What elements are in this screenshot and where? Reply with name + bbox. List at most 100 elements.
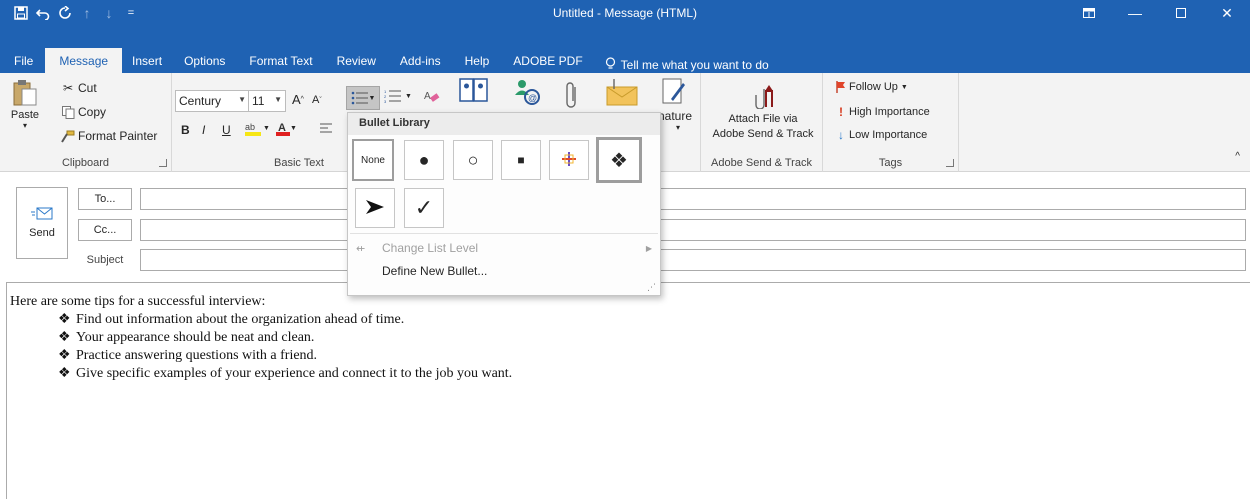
cc-field[interactable] — [140, 219, 1246, 241]
to-button[interactable]: To... — [78, 188, 132, 210]
cc-button[interactable]: Cc... — [78, 219, 132, 241]
clipboard-launcher-icon[interactable] — [159, 159, 167, 167]
close-icon[interactable]: ✕ — [1204, 0, 1250, 26]
define-new-bullet-item[interactable]: Define New Bullet... — [382, 264, 487, 278]
check-names-button[interactable]: @ — [512, 77, 542, 107]
checkmark-icon: ✓ — [414, 195, 434, 220]
up-arrow-icon[interactable]: ↑ — [76, 2, 98, 24]
message-body[interactable]: Here are some tips for a successful inte… — [6, 282, 1250, 499]
highlight-button[interactable]: ab ▼ — [245, 120, 270, 136]
envelope-clip-icon — [605, 77, 639, 107]
paste-icon — [12, 79, 38, 107]
address-book-icon — [459, 77, 489, 103]
attach-item-button[interactable] — [605, 77, 639, 107]
svg-text:ab: ab — [245, 122, 255, 132]
format-painter-button[interactable]: Format Painter — [58, 129, 157, 143]
tab-review[interactable]: Review — [325, 48, 388, 73]
paintbrush-icon — [58, 130, 78, 143]
tab-adobe-pdf[interactable]: ADOBE PDF — [501, 48, 594, 73]
scissors-icon: ✂ — [62, 81, 74, 95]
attach-file-button[interactable] — [566, 81, 580, 109]
shrink-font-button[interactable]: Aˇ — [312, 94, 322, 106]
bullet-diamond-option[interactable]: ❖ — [596, 137, 642, 183]
bullet-square-option[interactable]: ■ — [501, 140, 541, 180]
arrowhead-icon — [365, 199, 385, 218]
copy-icon — [58, 105, 78, 119]
numbering-button[interactable]: 123 ▼ — [384, 89, 412, 103]
tab-add-ins[interactable]: Add-ins — [388, 48, 453, 73]
font-name-box[interactable]: Century ▼ — [175, 90, 250, 112]
exclamation-icon: ! — [839, 105, 843, 119]
paste-button[interactable]: Paste ▾ — [8, 79, 42, 130]
attach-line2: Adobe Send & Track — [712, 128, 814, 140]
filled-square-icon: ■ — [517, 153, 525, 167]
grow-font-button[interactable]: A ^ — [292, 92, 304, 107]
bullet-none-option[interactable]: None — [352, 139, 394, 181]
tags-group-label: Tags — [878, 157, 903, 169]
tab-options[interactable]: Options — [172, 48, 237, 73]
tab-message[interactable]: Message — [45, 48, 123, 73]
italic-button[interactable]: I — [202, 123, 205, 137]
bold-button[interactable]: B — [181, 123, 190, 137]
send-button[interactable]: Send — [16, 187, 68, 259]
bullet-hollow-circle-option[interactable]: ○ — [453, 140, 493, 180]
clipboard-group: Paste ▾ ✂ Cut Copy Format Painter Clipbo… — [0, 73, 172, 172]
underline-button[interactable]: U — [222, 123, 231, 137]
align-left-button[interactable] — [320, 122, 332, 134]
bullet-checkmark-option[interactable]: ✓ — [404, 188, 444, 228]
flag-icon — [833, 81, 849, 93]
customize-qat-icon[interactable]: = — [120, 2, 142, 24]
font-size-box[interactable]: 11 ▼ — [248, 90, 286, 112]
chevron-down-icon: ▾ — [676, 123, 681, 132]
svg-text:A: A — [424, 91, 431, 102]
tab-file[interactable]: File — [8, 48, 45, 73]
list-item: ❖ Give specific examples of your experie… — [10, 365, 1250, 383]
list-item-text: Your appearance should be neat and clean… — [76, 330, 315, 345]
adobe-group-label: Adobe Send & Track — [711, 157, 812, 169]
follow-up-button[interactable]: Follow Up ▼ — [833, 81, 908, 93]
undo-icon[interactable] — [32, 2, 54, 24]
tab-insert[interactable]: Insert — [122, 48, 172, 73]
clear-formatting-button[interactable]: A — [424, 88, 440, 104]
list-item: ❖ Your appearance should be neat and cle… — [10, 329, 1250, 347]
chevron-down-icon: ▼ — [368, 94, 376, 102]
change-list-level-item[interactable]: ⇷ Change List Level ▶ — [356, 241, 652, 255]
maximize-icon[interactable] — [1158, 0, 1204, 26]
collapse-ribbon-button[interactable]: ^ — [1235, 151, 1240, 162]
tab-help[interactable]: Help — [453, 48, 502, 73]
svg-text:@: @ — [528, 93, 537, 103]
resize-grip-icon[interactable]: ⋰ — [647, 282, 656, 293]
paperclip-icon — [566, 81, 580, 109]
save-icon[interactable] — [10, 2, 32, 24]
lightbulb-icon — [605, 57, 616, 73]
to-field[interactable] — [140, 188, 1246, 210]
bullets-button[interactable]: ▼ — [346, 86, 380, 110]
minimize-icon[interactable]: — — [1112, 0, 1158, 26]
bullet-filled-circle-option[interactable]: ● — [404, 140, 444, 180]
tab-format-text[interactable]: Format Text — [237, 48, 324, 73]
redo-icon[interactable] — [54, 2, 76, 24]
window-controls: — ✕ — [1066, 0, 1250, 26]
low-importance-button[interactable]: ↓ Low Importance — [833, 128, 927, 142]
numbered-list-icon: 123 — [384, 89, 402, 103]
cut-button[interactable]: ✂ Cut — [58, 81, 97, 95]
signature-button[interactable]: nature ▾ — [658, 77, 692, 132]
title-bar-row: ↑ ↓ = Untitled - Message (HTML) — ✕ — [0, 0, 1250, 26]
bullet-color-cross-option[interactable] — [549, 140, 589, 180]
bullet-arrow-option[interactable] — [355, 188, 395, 228]
high-importance-button[interactable]: ! High Importance — [833, 105, 930, 119]
tags-launcher-icon[interactable] — [946, 159, 954, 167]
attach-line1: Attach File via — [728, 113, 798, 125]
chevron-down-icon: ▼ — [900, 83, 908, 91]
down-arrow-icon[interactable]: ↓ — [98, 2, 120, 24]
tags-group: Follow Up ▼ ! High Importance ↓ Low Impo… — [823, 73, 959, 172]
attach-via-adobe-button[interactable]: Attach File via Adobe Send & Track — [707, 81, 819, 140]
highlighter-icon: ab — [245, 120, 263, 136]
subject-field[interactable] — [140, 249, 1246, 271]
tell-me-box[interactable]: Tell me what you want to do — [595, 57, 769, 73]
copy-button[interactable]: Copy — [58, 105, 106, 119]
font-color-button[interactable]: A ▼ — [276, 120, 297, 136]
cut-label: Cut — [78, 81, 97, 95]
ribbon-display-icon[interactable] — [1066, 0, 1112, 26]
address-book-button[interactable] — [459, 77, 489, 103]
